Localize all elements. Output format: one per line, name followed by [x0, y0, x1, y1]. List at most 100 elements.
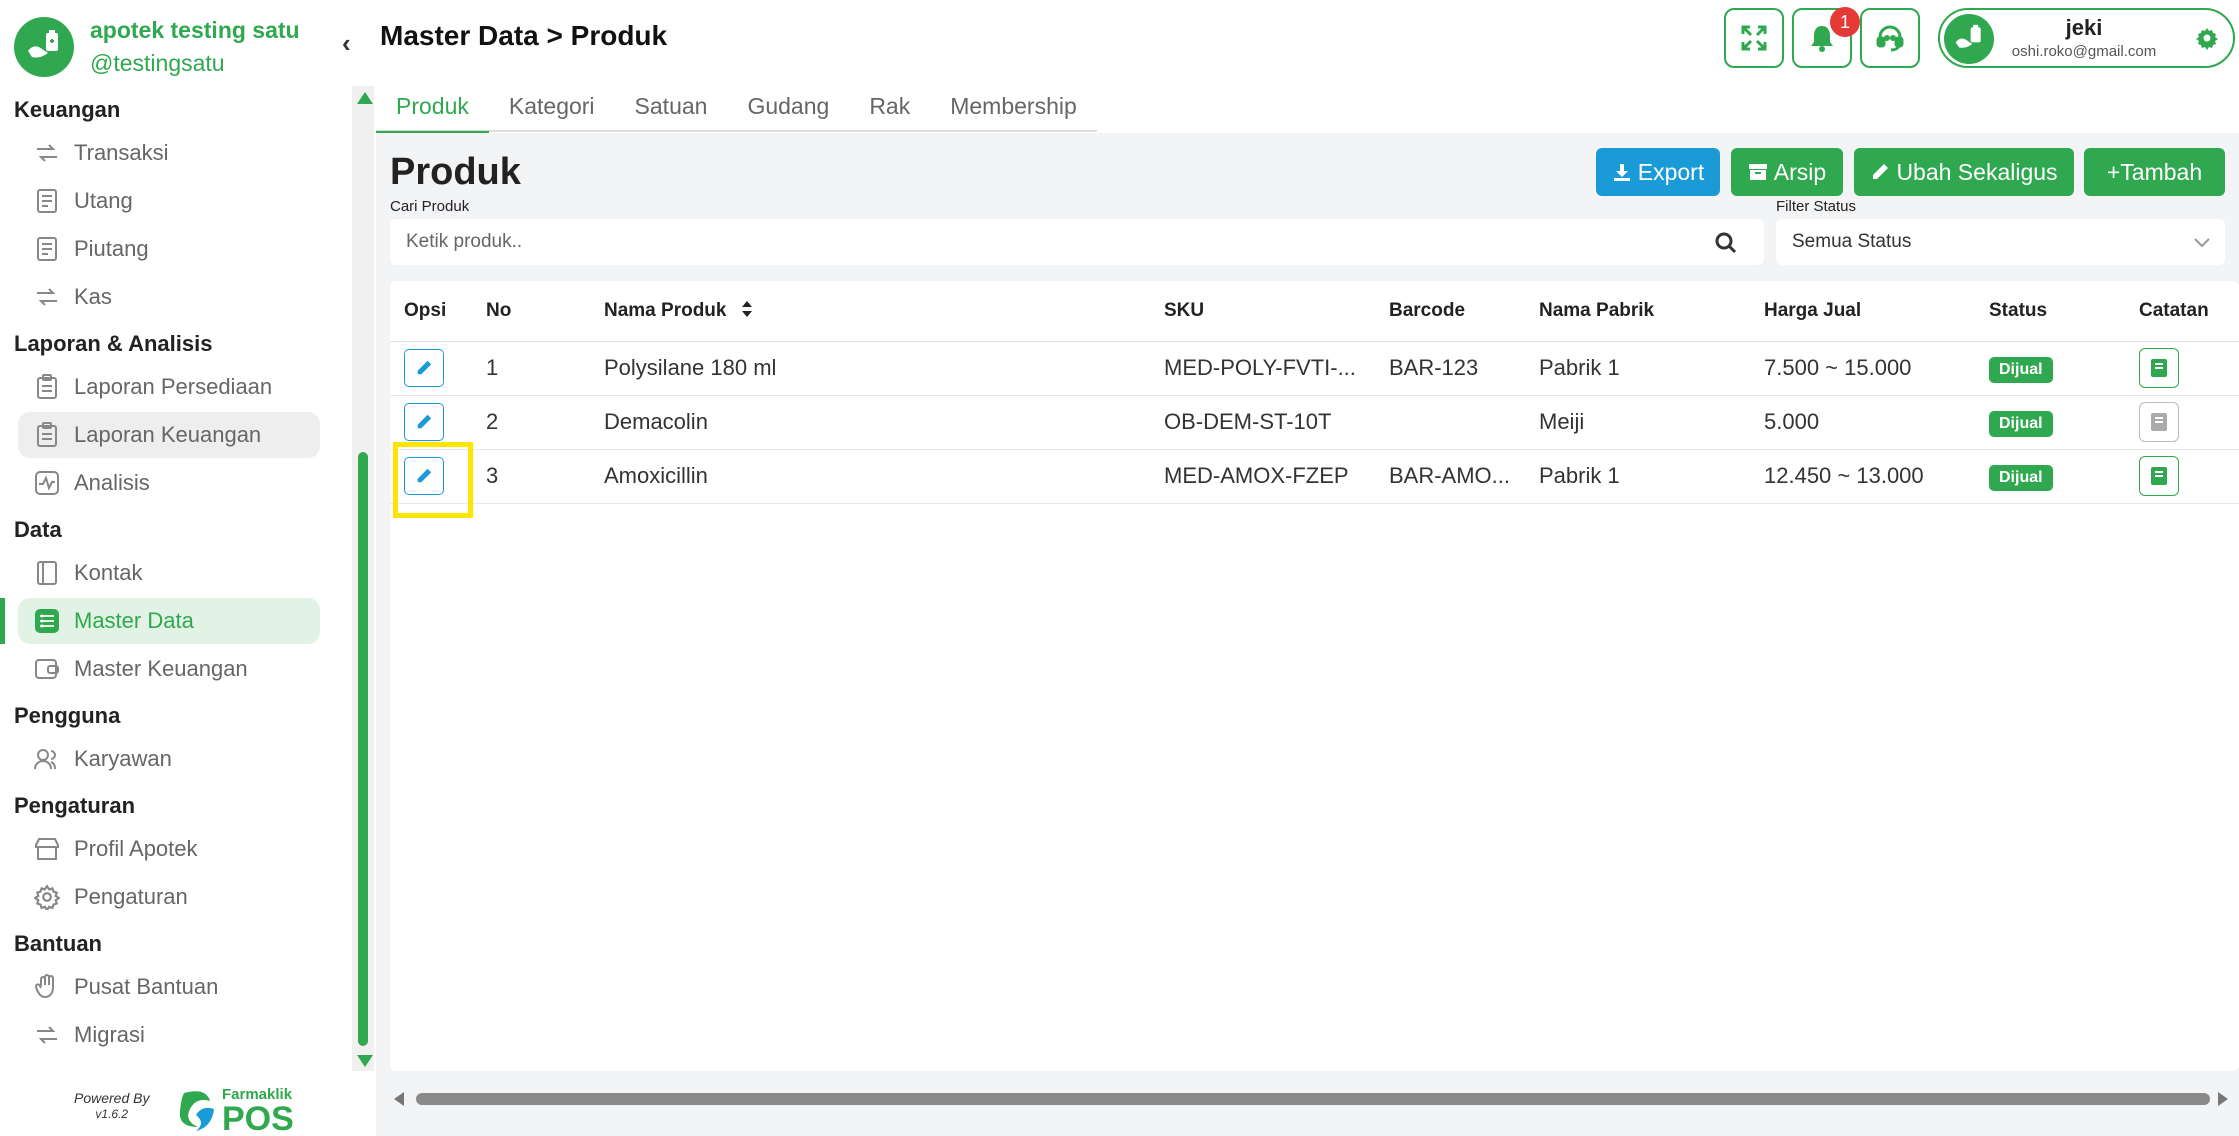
status-badge: Dijual: [1989, 464, 2053, 491]
cell-barcode: BAR-AMO...: [1385, 449, 1535, 504]
sidebar-item-pengaturan[interactable]: Pengaturan: [18, 874, 320, 920]
tab-membership[interactable]: Membership: [930, 86, 1097, 132]
powered-by: Powered By v1.6.2: [74, 1090, 149, 1122]
cell-nama-produk: Demacolin: [600, 395, 1160, 450]
sidebar-item-master-keuangan[interactable]: Master Keuangan: [18, 646, 320, 692]
users-icon: [32, 744, 62, 774]
sidebar-item-profil-apotek[interactable]: Profil Apotek: [18, 826, 320, 872]
farmaklik-mark-icon: [179, 1091, 214, 1131]
transfer-icon: [32, 282, 62, 312]
chevron-down-icon: [2194, 238, 2210, 248]
note-icon: [2151, 359, 2167, 377]
fullscreen-button[interactable]: [1724, 8, 1784, 68]
search-icon[interactable]: [1714, 231, 1738, 255]
sidebar-item-label: Piutang: [74, 236, 149, 261]
sidebar-item-migrasi[interactable]: Migrasi: [18, 1012, 320, 1058]
section-title: Produk: [390, 151, 521, 193]
sidebar-nav: Keuangan Transaksi Utang Piutang Kas Laporan …: [0, 86, 340, 1060]
sidebar-item-transaksi[interactable]: Transaksi: [18, 130, 320, 176]
collapse-sidebar-icon[interactable]: ‹: [342, 28, 351, 59]
cell-status: Dijual: [1985, 395, 2135, 450]
search-box: [390, 219, 1764, 265]
version-text: v1.6.2: [95, 1107, 129, 1121]
archive-button[interactable]: Arsip: [1731, 148, 1843, 196]
edit-product-button[interactable]: [404, 349, 444, 387]
sidebar-item-label: Utang: [74, 188, 133, 213]
sidebar-item-laporan-keuangan[interactable]: Laporan Keuangan: [18, 412, 320, 458]
cell-nama-pabrik: Pabrik 1: [1535, 341, 1760, 396]
tab-kategori[interactable]: Kategori: [489, 86, 615, 132]
filter-label: Filter Status: [1776, 198, 1857, 215]
gear-icon[interactable]: [2195, 26, 2219, 50]
sidebar-item-kontak[interactable]: Kontak: [18, 550, 320, 596]
col-barcode: Barcode: [1385, 281, 1535, 342]
support-button[interactable]: [1860, 8, 1920, 68]
powered-by-text: Powered By: [74, 1090, 150, 1106]
export-button[interactable]: Export: [1596, 148, 1720, 196]
transfer-icon: [32, 138, 62, 168]
col-no: No: [480, 281, 600, 342]
note-button[interactable]: [2139, 456, 2179, 496]
note-button[interactable]: [2139, 348, 2179, 388]
col-status: Status: [1985, 281, 2135, 342]
cell-opsi: [390, 341, 480, 396]
tab-satuan[interactable]: Satuan: [615, 86, 728, 132]
col-sku: SKU: [1160, 281, 1385, 342]
status-filter-select[interactable]: Semua Status: [1776, 219, 2225, 265]
sidebar-item-analisis[interactable]: Analisis: [18, 460, 320, 506]
sidebar-scrollbar-thumb[interactable]: [358, 452, 368, 1046]
cell-status: Dijual: [1985, 341, 2135, 396]
export-label: Export: [1637, 158, 1705, 185]
sidebar-item-utang[interactable]: Utang: [18, 178, 320, 224]
tab-bar: Produk Kategori Satuan Gudang Rak Membership: [376, 86, 1097, 134]
search-input[interactable]: [406, 219, 1706, 265]
wallet-icon: [32, 654, 62, 684]
nav-section-title: Laporan & Analisis: [14, 331, 213, 356]
scroll-right-arrow-icon[interactable]: [2218, 1092, 2228, 1106]
sidebar-item-kas[interactable]: Kas: [18, 274, 320, 320]
sidebar-item-karyawan[interactable]: Karyawan: [18, 736, 320, 782]
table-horizontal-scrollbar[interactable]: [390, 1085, 2239, 1111]
tab-gudang[interactable]: Gudang: [727, 86, 849, 132]
cell-status: Dijual: [1985, 449, 2135, 504]
col-opsi: Opsi: [390, 281, 480, 342]
farmaklik-logo-big: POS: [222, 1100, 294, 1136]
sidebar-item-label: Profil Apotek: [74, 836, 198, 861]
edit-product-button[interactable]: [404, 403, 444, 441]
sidebar-item-piutang[interactable]: Piutang: [18, 226, 320, 272]
note-button[interactable]: [2139, 402, 2179, 442]
nav-section-title: Pengaturan: [14, 793, 136, 818]
clipboard-icon: [32, 372, 62, 402]
cell-barcode: [1385, 395, 1535, 450]
sidebar-item-label: Migrasi: [74, 1022, 145, 1047]
hand-icon: [32, 972, 62, 1002]
table-header-row: Opsi No Nama Produk SKU Barcode Nama Pab…: [390, 281, 2239, 342]
horizontal-scrollbar-thumb[interactable]: [416, 1093, 2210, 1105]
cell-nama-produk: Polysilane 180 ml: [600, 341, 1160, 396]
scroll-left-arrow-icon[interactable]: [394, 1092, 404, 1106]
sidebar-item-label: Karyawan: [74, 746, 172, 771]
nav-section-title: Bantuan: [14, 931, 102, 956]
cell-nama-produk: Amoxicillin: [600, 449, 1160, 504]
col-nama-produk-label: Nama Produk: [604, 299, 727, 321]
scroll-down-arrow-icon[interactable]: [357, 1055, 373, 1067]
notification-count-badge: 1: [1830, 7, 1860, 37]
cell-sku: MED-AMOX-FZEP: [1160, 449, 1385, 504]
farmaklik-logo: Farmaklik POS: [176, 1086, 294, 1136]
status-badge: Dijual: [1989, 356, 2053, 383]
bulk-edit-button[interactable]: Ubah Sekaligus: [1854, 148, 2074, 196]
cell-catatan: [2135, 395, 2239, 450]
user-menu[interactable]: jeki oshi.roko@gmail.com: [1938, 8, 2235, 68]
cell-harga-jual: 12.450 ~ 13.000: [1760, 449, 1985, 504]
sort-icon[interactable]: [740, 300, 754, 318]
sidebar-item-laporan-persediaan[interactable]: Laporan Persediaan: [18, 364, 320, 410]
database-icon: [32, 606, 62, 636]
add-product-button[interactable]: +Tambah: [2084, 148, 2225, 196]
col-nama-produk[interactable]: Nama Produk: [600, 281, 1160, 342]
tab-rak[interactable]: Rak: [849, 86, 930, 132]
table-row: 3 Amoxicillin MED-AMOX-FZEP BAR-AMO... Pabri…: [390, 449, 2239, 504]
tab-produk[interactable]: Produk: [376, 86, 489, 134]
sidebar-item-pusat-bantuan[interactable]: Pusat Bantuan: [18, 964, 320, 1010]
sidebar-item-master-data[interactable]: Master Data: [0, 598, 320, 644]
scroll-up-arrow-icon[interactable]: [357, 92, 373, 104]
